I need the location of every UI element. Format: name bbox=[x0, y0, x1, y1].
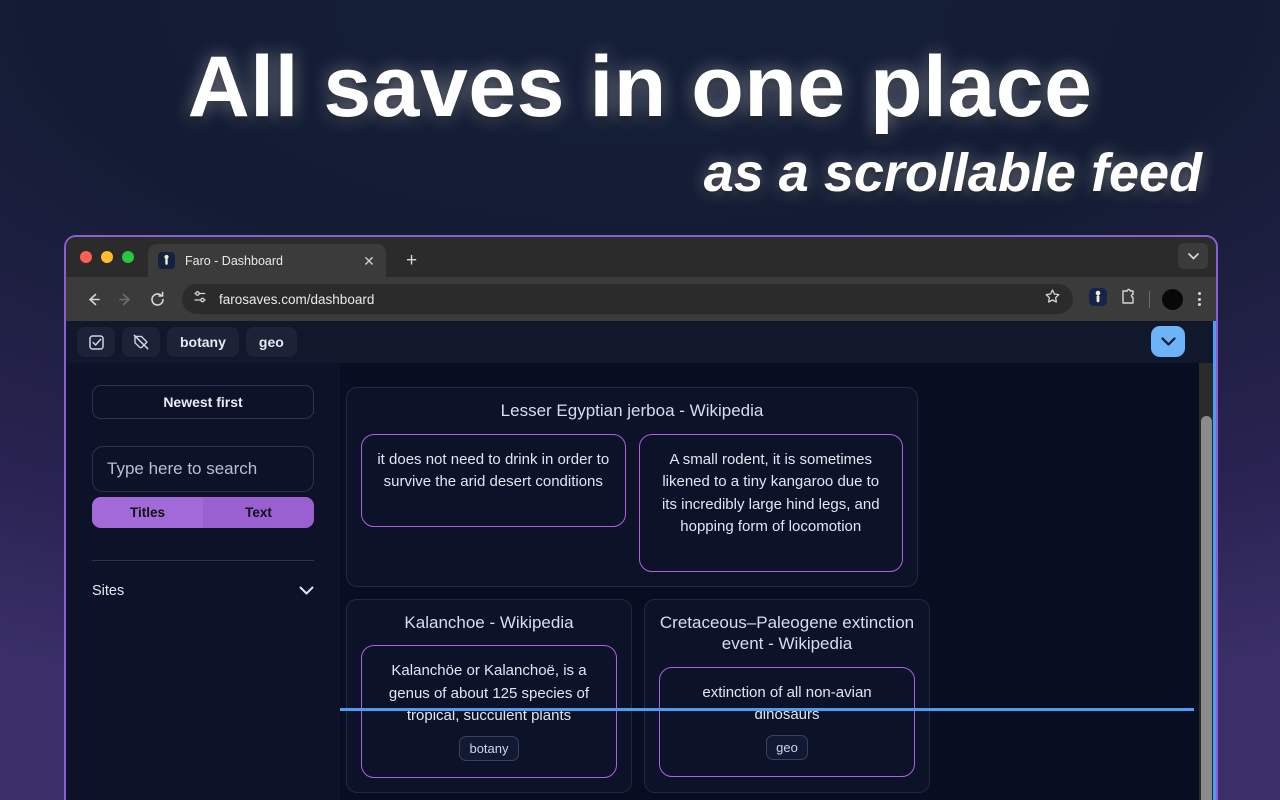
quote-text: extinction of all non-avian dinosaurs bbox=[702, 683, 872, 724]
toolbar-icons bbox=[1075, 287, 1204, 311]
chevron-down-icon[interactable] bbox=[1178, 243, 1208, 269]
app-toolbar: botany geo bbox=[66, 321, 1216, 363]
scope-text-option[interactable]: Text bbox=[203, 497, 314, 528]
quote-text: Kalanchöe or Kalanchoë, is a genus of ab… bbox=[388, 662, 590, 725]
sort-order-button[interactable]: Newest first bbox=[92, 385, 314, 419]
check-square-icon[interactable] bbox=[77, 327, 115, 357]
faro-icon bbox=[158, 252, 175, 269]
quote-tag[interactable]: geo bbox=[766, 734, 808, 761]
omnibox-toolbar: farosaves.com/dashboard bbox=[66, 277, 1216, 321]
feed-scrollbar-thumb[interactable] bbox=[1201, 416, 1212, 800]
search-scope-toggle[interactable]: Titles Text bbox=[92, 497, 314, 528]
card-grid: Lesser Egyptian jerboa - Wikipedia it do… bbox=[340, 363, 1216, 794]
chevron-down-icon[interactable] bbox=[299, 583, 314, 599]
quote-text: it does not need to drink in order to su… bbox=[377, 450, 610, 491]
quote-box[interactable]: it does not need to drink in order to su… bbox=[361, 433, 626, 527]
reload-icon[interactable] bbox=[142, 284, 172, 314]
dashboard-body: Newest first Titles Text Sites bbox=[66, 363, 1216, 800]
faro-extension-icon[interactable] bbox=[1089, 287, 1107, 311]
quote-text: A small rodent, it is sometimes likened … bbox=[661, 450, 880, 536]
search-box[interactable] bbox=[92, 446, 314, 492]
profile-avatar[interactable] bbox=[1162, 288, 1183, 310]
search-input[interactable] bbox=[107, 459, 299, 479]
card-quotes: it does not need to drink in order to su… bbox=[361, 433, 903, 572]
card-title: Lesser Egyptian jerboa - Wikipedia bbox=[500, 401, 764, 420]
page-edge-accent bbox=[1213, 321, 1216, 800]
saves-feed[interactable]: Lesser Egyptian jerboa - Wikipedia it do… bbox=[340, 363, 1216, 800]
hero-banner: All saves in one place as a scrollable f… bbox=[0, 0, 1280, 228]
sites-label: Sites bbox=[92, 583, 125, 599]
quote-box[interactable]: A small rodent, it is sometimes likened … bbox=[638, 433, 903, 572]
new-tab-button[interactable]: + bbox=[406, 251, 417, 270]
tab-strip: Faro - Dashboard ✕ + bbox=[66, 237, 1216, 277]
collapse-panel-button[interactable] bbox=[1151, 326, 1185, 357]
toolbar-divider bbox=[1149, 290, 1150, 308]
section-divider bbox=[340, 708, 1194, 711]
card-quotes: Kalanchöe or Kalanchoë, is a genus of ab… bbox=[361, 645, 617, 779]
minimize-window-button[interactable] bbox=[101, 251, 113, 263]
tune-icon[interactable] bbox=[192, 289, 208, 310]
quote-box[interactable]: extinction of all non-avian dinosaurs ge… bbox=[659, 666, 915, 778]
tab-title: Faro - Dashboard bbox=[185, 253, 283, 268]
window-traffic-lights bbox=[80, 237, 148, 277]
quote-box[interactable]: Kalanchöe or Kalanchoë, is a genus of ab… bbox=[361, 645, 617, 779]
browser-tab[interactable]: Faro - Dashboard ✕ bbox=[148, 244, 386, 277]
card-title: Cretaceous–Paleogene extinction event - … bbox=[659, 612, 915, 654]
star-icon[interactable] bbox=[1044, 288, 1061, 310]
url-text: farosaves.com/dashboard bbox=[219, 291, 375, 307]
back-arrow-icon[interactable] bbox=[78, 284, 108, 314]
card-title: Kalanchoe - Wikipedia bbox=[404, 612, 574, 632]
hero-subtitle: as a scrollable feed bbox=[703, 143, 1202, 203]
tag-chip-geo[interactable]: geo bbox=[245, 327, 297, 357]
card-quotes: extinction of all non-avian dinosaurs ge… bbox=[659, 666, 915, 778]
forward-arrow-icon[interactable] bbox=[110, 284, 140, 314]
save-card[interactable]: Kalanchoe - Wikipedia Kalanchöe or Kalan… bbox=[346, 598, 632, 794]
quote-tag[interactable]: botany bbox=[459, 735, 519, 762]
tag-slash-icon[interactable] bbox=[122, 327, 160, 357]
sidebar-divider bbox=[92, 560, 314, 561]
close-icon[interactable]: ✕ bbox=[362, 254, 376, 268]
save-card[interactable]: Cretaceous–Paleogene extinction event - … bbox=[644, 598, 930, 794]
hero-title: All saves in one place bbox=[187, 39, 1093, 135]
scope-titles-option[interactable]: Titles bbox=[92, 497, 203, 528]
browser-window: Faro - Dashboard ✕ + farosaves.com/dashb… bbox=[64, 235, 1218, 800]
address-bar[interactable]: farosaves.com/dashboard bbox=[182, 284, 1073, 314]
sites-filter-section[interactable]: Sites bbox=[92, 583, 314, 599]
chevron-down-icon bbox=[1160, 333, 1176, 351]
maximize-window-button[interactable] bbox=[122, 251, 134, 263]
puzzle-icon[interactable] bbox=[1119, 288, 1137, 311]
filters-sidebar: Newest first Titles Text Sites bbox=[66, 363, 340, 800]
save-card[interactable]: Lesser Egyptian jerboa - Wikipedia it do… bbox=[346, 387, 918, 587]
tag-chip-botany[interactable]: botany bbox=[167, 327, 239, 357]
close-window-button[interactable] bbox=[80, 251, 92, 263]
faro-dashboard-page: botany geo Newest first Titles Text bbox=[66, 321, 1216, 800]
kebab-menu-icon[interactable] bbox=[1195, 292, 1204, 306]
